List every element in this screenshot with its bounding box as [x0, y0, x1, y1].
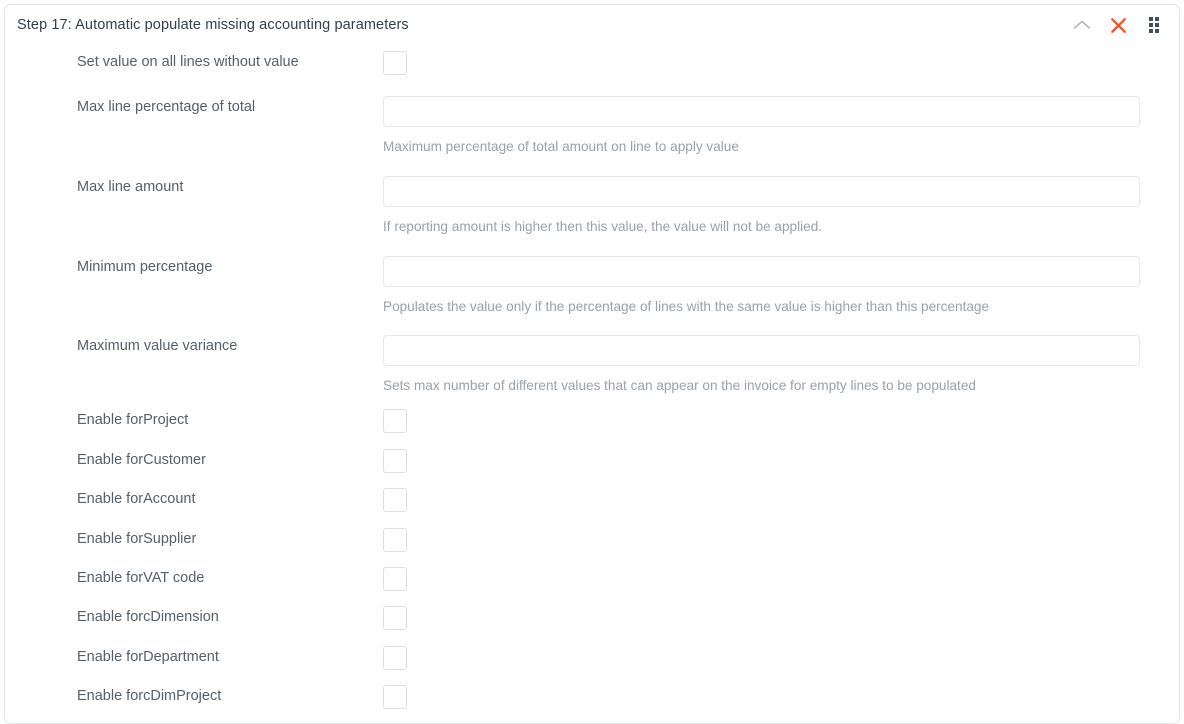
- form-row-enable-for-department: Enable forDepartment: [5, 646, 1179, 670]
- field-control: [383, 51, 1140, 75]
- field-label: Enable forCustomer: [77, 449, 383, 470]
- field-label: Max line percentage of total: [77, 96, 383, 117]
- field-label: Enable forProject: [77, 409, 383, 430]
- checkbox-enable-forc-dimension[interactable]: [383, 606, 407, 630]
- field-control: [383, 528, 1140, 552]
- drag-dots-icon: [1149, 17, 1159, 33]
- field-hint: If reporting amount is higher then this …: [383, 219, 1140, 236]
- checkbox-enable-for-department[interactable]: [383, 646, 407, 670]
- form-row-maximum-value-variance: Maximum value variance Sets max number o…: [5, 335, 1179, 395]
- field-control: [383, 567, 1140, 591]
- form-row-max-line-amount: Max line amount If reporting amount is h…: [5, 176, 1179, 236]
- chevron-up-icon[interactable]: [1069, 12, 1095, 38]
- page-title: Step 17: Automatic populate missing acco…: [17, 17, 409, 33]
- field-hint: Maximum percentage of total amount on li…: [383, 139, 1140, 156]
- field-hint: Populates the value only if the percenta…: [383, 299, 1140, 316]
- checkbox-enable-for-vat-code[interactable]: [383, 567, 407, 591]
- checkbox-enable-for-customer[interactable]: [383, 449, 407, 473]
- form-row-max-line-percentage-of-total: Max line percentage of total Maximum per…: [5, 96, 1179, 156]
- form-row-set-value-all-lines: Set value on all lines without value: [5, 51, 1179, 75]
- form-row-minimum-percentage: Minimum percentage Populates the value o…: [5, 256, 1179, 316]
- field-control: [383, 449, 1140, 473]
- field-label: Minimum percentage: [77, 256, 383, 277]
- field-control: Populates the value only if the percenta…: [383, 256, 1140, 316]
- field-label: Enable forcDimension: [77, 606, 383, 627]
- input-maximum-value-variance[interactable]: [383, 335, 1140, 366]
- field-label: Enable forAccount: [77, 488, 383, 509]
- checkbox-enable-for-supplier[interactable]: [383, 528, 407, 552]
- field-label: Enable forVAT code: [77, 567, 383, 588]
- form-row-enable-for-vat-code: Enable forVAT code: [5, 567, 1179, 591]
- field-label: Enable forDepartment: [77, 646, 383, 667]
- field-control: [383, 685, 1140, 709]
- field-control: [383, 409, 1140, 433]
- header-actions: [1069, 5, 1167, 45]
- checkbox-set-value-all-lines[interactable]: [383, 51, 407, 75]
- input-max-line-percentage-of-total[interactable]: [383, 96, 1140, 127]
- drag-handle[interactable]: [1141, 12, 1167, 38]
- field-label: Maximum value variance: [77, 335, 383, 356]
- form-row-enable-forc-dimension: Enable forcDimension: [5, 606, 1179, 630]
- field-control: [383, 606, 1140, 630]
- form-row-enable-for-account: Enable forAccount: [5, 488, 1179, 512]
- field-label: Enable forSupplier: [77, 528, 383, 549]
- field-control: [383, 646, 1140, 670]
- checkbox-enable-for-project[interactable]: [383, 409, 407, 433]
- field-label: Max line amount: [77, 176, 383, 197]
- field-label: Enable forcDimProject: [77, 685, 383, 706]
- checkbox-enable-for-account[interactable]: [383, 488, 407, 512]
- form-row-enable-for-customer: Enable forCustomer: [5, 449, 1179, 473]
- field-control: [383, 488, 1140, 512]
- field-control: Sets max number of different values that…: [383, 335, 1140, 395]
- input-max-line-amount[interactable]: [383, 176, 1140, 207]
- field-label: Set value on all lines without value: [77, 51, 383, 72]
- form-row-enable-for-project: Enable forProject: [5, 409, 1179, 433]
- step-card: Step 17: Automatic populate missing acco…: [4, 4, 1180, 724]
- close-icon[interactable]: [1105, 12, 1131, 38]
- form-row-enable-for-supplier: Enable forSupplier: [5, 528, 1179, 552]
- field-hint: Sets max number of different values that…: [383, 378, 1140, 395]
- field-control: If reporting amount is higher then this …: [383, 176, 1140, 236]
- input-minimum-percentage[interactable]: [383, 256, 1140, 287]
- checkbox-enable-forc-dimproject[interactable]: [383, 685, 407, 709]
- card-header: Step 17: Automatic populate missing acco…: [5, 5, 1179, 45]
- form-row-enable-forc-dimproject: Enable forcDimProject: [5, 685, 1179, 709]
- field-control: Maximum percentage of total amount on li…: [383, 96, 1140, 156]
